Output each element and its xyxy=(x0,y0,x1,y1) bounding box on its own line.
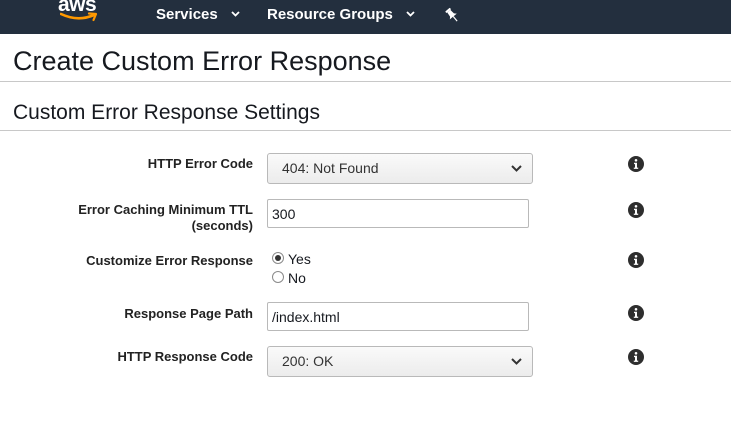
http-error-code-select[interactable]: 404: Not Found xyxy=(267,153,533,184)
http-response-code-value: 200: OK xyxy=(282,353,334,369)
response-page-path-input[interactable] xyxy=(267,302,529,331)
chevron-down-icon xyxy=(406,11,415,17)
http-response-code-label: HTTP Response Code xyxy=(117,349,253,364)
services-label: Services xyxy=(156,6,218,23)
error-caching-ttl-label-line2: (seconds) xyxy=(191,218,253,233)
page-title: Create Custom Error Response xyxy=(13,46,392,76)
customize-error-response-label: Customize Error Response xyxy=(86,253,253,268)
info-icon[interactable] xyxy=(628,252,644,268)
pin-icon[interactable] xyxy=(444,7,460,24)
info-icon[interactable] xyxy=(628,156,644,172)
customize-yes-label: Yes xyxy=(288,251,311,267)
radio-button[interactable] xyxy=(272,271,284,284)
section-title: Custom Error Response Settings xyxy=(13,101,320,124)
chevron-down-icon xyxy=(231,11,240,17)
info-icon[interactable] xyxy=(628,202,644,218)
http-response-code-select[interactable]: 200: OK xyxy=(267,346,533,377)
customize-no-radio[interactable]: No xyxy=(272,270,306,288)
customize-yes-radio[interactable]: Yes xyxy=(272,251,311,269)
error-caching-ttl-label: Error Caching Minimum TTL (seconds) xyxy=(13,202,253,234)
error-caching-ttl-label-line1: Error Caching Minimum TTL xyxy=(78,202,253,217)
aws-logo[interactable]: aws xyxy=(58,0,102,28)
info-icon[interactable] xyxy=(628,349,644,365)
section-divider xyxy=(0,130,731,131)
aws-smile-icon xyxy=(60,12,98,22)
response-page-path-label: Response Page Path xyxy=(124,306,253,321)
resource-groups-label: Resource Groups xyxy=(267,6,393,23)
services-menu[interactable]: Services xyxy=(156,0,240,32)
resource-groups-menu[interactable]: Resource Groups xyxy=(267,0,415,32)
title-divider xyxy=(0,81,731,82)
top-navigation-bar: aws Services Resource Groups xyxy=(0,0,731,34)
http-error-code-label: HTTP Error Code xyxy=(147,156,253,171)
customize-no-label: No xyxy=(288,270,306,286)
info-icon[interactable] xyxy=(628,305,644,321)
chevron-down-icon xyxy=(511,358,522,365)
chevron-down-icon xyxy=(511,165,522,172)
http-error-code-value: 404: Not Found xyxy=(282,160,379,176)
error-caching-ttl-input[interactable] xyxy=(267,199,529,228)
radio-button-checked[interactable] xyxy=(272,252,284,265)
